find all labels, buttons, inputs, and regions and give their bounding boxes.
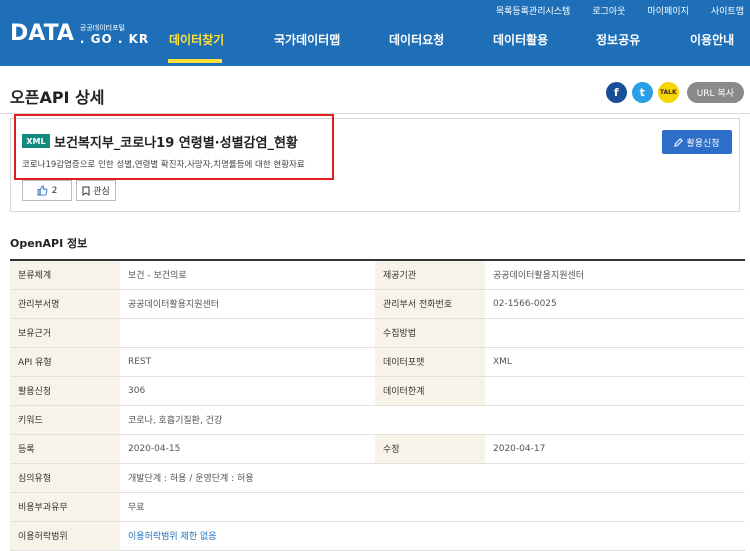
row-value (485, 376, 745, 406)
row-label: 데이터한계 (375, 376, 485, 406)
nav-item-national-data-map[interactable]: 국가데이터맵 (274, 31, 340, 48)
util-link-admin[interactable]: 목록등록관리시스템 (496, 4, 571, 17)
like-count: 2 (51, 185, 58, 196)
row-value: 보건 - 보건의료 (120, 259, 375, 290)
nav-item-data-request[interactable]: 데이터요청 (389, 31, 444, 48)
nav-item-find-data[interactable]: 데이터찾기 (169, 31, 224, 48)
row-value: 2020-04-17 (485, 434, 745, 464)
row-label: 수정 (375, 434, 485, 464)
row-label: 제공기관 (375, 259, 485, 290)
table-row: 활용신청 306 데이터한계 (10, 376, 745, 406)
nav-item-guide[interactable]: 이용안내 (690, 31, 734, 48)
table-row: 분류체계 보건 - 보건의료 제공기관 공공데이터활용지원센터 (10, 259, 745, 290)
table-row: 보유근거 수집방법 (10, 318, 745, 348)
row-value: 02-1566-0025 (485, 289, 745, 319)
row-label: 심의유형 (10, 463, 120, 493)
site-header: 목록등록관리시스템 로그아웃 마이페이지 사이트맵 DATA 공공데이터포털 .… (0, 0, 750, 66)
bookmark-icon (82, 186, 90, 196)
facebook-icon[interactable]: f (605, 82, 627, 103)
nav-item-data-use[interactable]: 데이터활용 (493, 31, 548, 48)
table-row: API 유형 REST 데이터포맷 XML (10, 347, 745, 377)
twitter-icon[interactable]: t (631, 82, 653, 103)
section-title-openapi-info: OpenAPI 정보 (10, 237, 88, 250)
table-row: 비용부과유무 무료 (10, 492, 745, 522)
dataset-title: 보건복지부_코로나19 연령별·성별감염_현황 (54, 136, 298, 151)
interest-label: 관심 (93, 187, 110, 197)
table-row: 이용허락범위 이용허락범위 제한 없음 (10, 521, 745, 551)
row-label: 이용허락범위 (10, 521, 120, 551)
util-link-logout[interactable]: 로그아웃 (592, 4, 625, 17)
nav-item-info-share[interactable]: 정보공유 (596, 31, 640, 48)
table-row: 관리부서명 공공데이터활용지원센터 관리부서 전화번호 02-1566-0025 (10, 289, 745, 319)
interest-button[interactable]: 관심 (76, 180, 116, 201)
page-title: 오픈API 상세 (10, 88, 105, 107)
row-value: REST (120, 347, 375, 377)
dataset-description: 코로나19감염증으로 인한 성별,연령별 확진자,사망자,치명률등에 대한 현황… (22, 160, 305, 170)
row-label: 분류체계 (10, 259, 120, 290)
row-value: 2020-04-15 (120, 434, 375, 464)
table-row: 키워드 코로나, 호흡기질환, 건강 (10, 405, 745, 435)
util-link-mypage[interactable]: 마이페이지 (647, 4, 688, 17)
row-value: XML (485, 347, 745, 377)
license-link[interactable]: 이용허락범위 제한 없음 (120, 521, 745, 551)
thumbs-up-icon (37, 185, 48, 196)
row-label: 비용부과유무 (10, 492, 120, 522)
format-badge: XML (22, 134, 50, 148)
table-row: 등록 2020-04-15 수정 2020-04-17 (10, 434, 745, 464)
row-label: 키워드 (10, 405, 120, 435)
row-label: 활용신청 (10, 376, 120, 406)
share-bar: f t TALK URL 복사 (605, 82, 744, 103)
row-label: 관리부서명 (10, 289, 120, 319)
row-value (120, 318, 375, 348)
utility-links: 목록등록관리시스템 로그아웃 마이페이지 사이트맵 (496, 4, 744, 17)
active-nav-indicator (168, 59, 222, 63)
apply-button-label: 활용신청 (686, 138, 720, 149)
row-label: 보유근거 (10, 318, 120, 348)
pencil-icon (674, 137, 684, 147)
openapi-info-table: 분류체계 보건 - 보건의료 제공기관 공공데이터활용지원센터 관리부서명 공공… (10, 259, 745, 551)
row-label: 데이터포맷 (375, 347, 485, 377)
row-value: 공공데이터활용지원센터 (485, 259, 745, 290)
url-copy-button[interactable]: URL 복사 (686, 82, 744, 103)
main-nav: 데이터찾기 국가데이터맵 데이터요청 데이터활용 정보공유 이용안내 (0, 31, 750, 63)
like-button[interactable]: 2 (22, 180, 72, 201)
row-value: 코로나, 호흡기질환, 건강 (120, 405, 745, 435)
row-value (485, 318, 745, 348)
table-row: 심의유형 개발단계 : 허용 / 운영단계 : 허용 (10, 463, 745, 493)
row-label: 수집방법 (375, 318, 485, 348)
row-label: 등록 (10, 434, 120, 464)
row-value: 공공데이터활용지원센터 (120, 289, 375, 319)
row-label: API 유형 (10, 347, 120, 377)
row-value: 개발단계 : 허용 / 운영단계 : 허용 (120, 463, 745, 493)
row-value: 무료 (120, 492, 745, 522)
row-value: 306 (120, 376, 375, 406)
apply-button[interactable]: 활용신청 (662, 130, 732, 154)
kakaotalk-icon[interactable]: TALK (657, 82, 679, 103)
util-link-sitemap[interactable]: 사이트맵 (711, 4, 744, 17)
row-label: 관리부서 전화번호 (375, 289, 485, 319)
